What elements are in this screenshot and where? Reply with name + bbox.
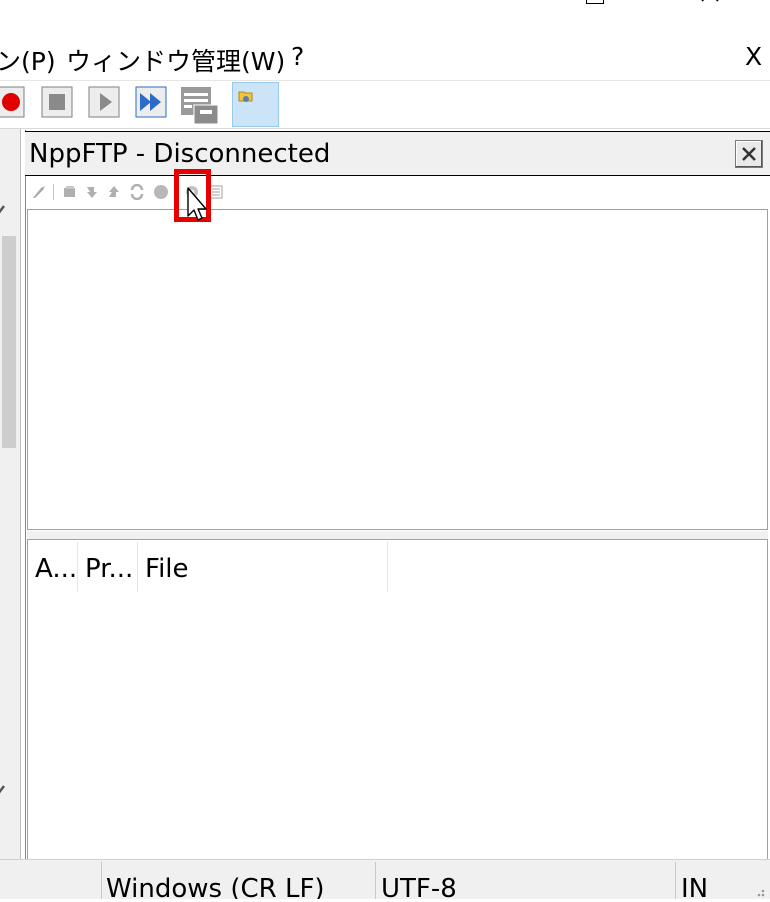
download-icon[interactable] — [84, 184, 100, 200]
toolbar-separator — [0, 128, 770, 129]
run-multiple-icon[interactable] — [135, 86, 167, 118]
playback-icon[interactable] — [88, 86, 120, 118]
status-separator — [675, 862, 676, 899]
abort-icon[interactable] — [153, 184, 169, 200]
stop-recording-icon[interactable] — [41, 86, 73, 118]
connect-icon[interactable] — [31, 184, 47, 200]
column-header-file[interactable]: File — [138, 542, 388, 592]
nppftp-toggle-button[interactable] — [232, 82, 279, 127]
status-insert-mode: IN — [681, 874, 709, 899]
maximize-icon[interactable] — [586, 0, 604, 4]
panel-splitter[interactable] — [27, 531, 768, 539]
mouse-pointer-icon — [186, 187, 210, 233]
panel-title: NppFTP - Disconnected — [29, 139, 331, 169]
status-encoding: UTF-8 — [381, 874, 457, 899]
column-header-progress[interactable]: Pr... — [78, 542, 138, 592]
close-document-button[interactable]: X — [745, 42, 762, 71]
resize-grip-icon[interactable] — [752, 883, 766, 902]
nppftp-folder-icon — [238, 88, 254, 108]
file-tree-view[interactable] — [27, 209, 768, 530]
status-eol: Windows (CR LF) — [106, 874, 325, 899]
upload-icon[interactable] — [106, 184, 122, 200]
scrollbar-thumb[interactable] — [2, 236, 16, 448]
toolbar-divider — [53, 184, 54, 200]
scroll-down-icon[interactable] — [0, 778, 10, 802]
menu-item-plugins[interactable]: ン(P) — [0, 42, 56, 78]
status-separator — [101, 862, 102, 899]
refresh-icon[interactable] — [62, 184, 78, 200]
panel-close-button[interactable] — [735, 140, 763, 168]
menu-item-window[interactable]: ウィンドウ管理(W) — [66, 42, 285, 78]
scroll-up-icon[interactable] — [0, 200, 10, 224]
record-macro-icon[interactable] — [0, 86, 32, 118]
sync-icon[interactable] — [129, 183, 145, 201]
close-icon[interactable] — [700, 0, 724, 6]
status-separator — [375, 862, 376, 899]
save-macro-icon[interactable] — [180, 86, 220, 126]
menu-item-help[interactable]: ? — [291, 42, 304, 71]
column-header-action[interactable]: A... — [28, 542, 78, 592]
menu-separator — [0, 80, 770, 81]
